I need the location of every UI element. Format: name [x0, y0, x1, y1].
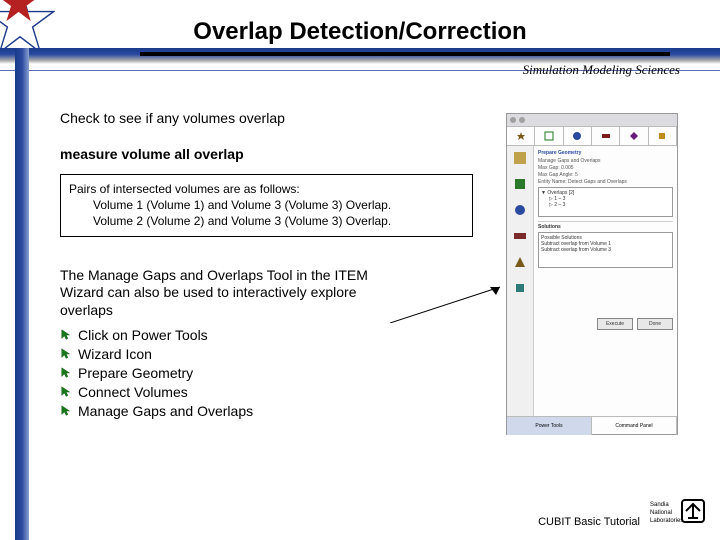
solutions-box: Possible Solutions Subtract overlap from…: [538, 232, 673, 268]
result-header: Pairs of intersected volumes are as foll…: [69, 181, 464, 197]
solutions-section: Solutions Possible Solutions Subtract ov…: [538, 221, 673, 268]
bullet-item: Click on Power Tools: [60, 327, 480, 343]
bullet-item: Manage Gaps and Overlaps: [60, 403, 480, 419]
screenshot-main-panel: Prepare Geometry Manage Gaps and Overlap…: [534, 146, 677, 416]
window-titlebar: [507, 114, 677, 127]
tab-icon-3: [564, 127, 592, 145]
bullet-label: Connect Volumes: [78, 384, 188, 400]
slide-title: Overlap Detection/Correction: [0, 18, 720, 46]
field-line: Max Gap: 0.005: [538, 165, 673, 171]
svg-text:Laboratories: Laboratories: [650, 518, 683, 524]
tab-icon-4: [592, 127, 620, 145]
done-button[interactable]: Done: [637, 318, 673, 330]
subtitle: Simulation Modeling Sciences: [523, 62, 680, 78]
side-icon: [512, 202, 528, 218]
svg-text:Sandia: Sandia: [650, 502, 669, 508]
main-content: Check to see if any volumes overlap meas…: [60, 110, 480, 422]
side-icon-column: [507, 146, 534, 416]
side-icon: [512, 280, 528, 296]
bullet-item: Prepare Geometry: [60, 365, 480, 381]
tab-icon-5: [620, 127, 648, 145]
footer-tab-power-tools[interactable]: Power Tools: [507, 417, 592, 435]
footer-text: CUBIT Basic Tutorial: [538, 516, 640, 528]
cursor-icon: [60, 385, 74, 399]
result-line-2: Volume 2 (Volume 2) and Volume 3 (Volume…: [69, 213, 464, 229]
tool-screenshot: Prepare Geometry Manage Gaps and Overlap…: [506, 113, 678, 435]
bullet-label: Prepare Geometry: [78, 365, 193, 381]
callout-arrow: [390, 283, 510, 323]
svg-text:National: National: [650, 510, 672, 516]
side-icon: [512, 228, 528, 244]
bullet-label: Manage Gaps and Overlaps: [78, 403, 253, 419]
tab-icon-2: [535, 127, 563, 145]
tab-icon-6: [649, 127, 677, 145]
bullet-list: Click on Power Tools Wizard Icon Prepare…: [60, 327, 480, 419]
cursor-icon: [60, 347, 74, 361]
bullet-label: Click on Power Tools: [78, 327, 208, 343]
cursor-icon: [60, 328, 74, 342]
footer-tab-command-panel[interactable]: Command Panel: [592, 417, 677, 435]
top-tab-row: [507, 127, 677, 146]
command-text: measure volume all overlap: [60, 146, 480, 162]
solutions-label: Solutions: [538, 224, 673, 230]
side-icon: [512, 150, 528, 166]
cursor-icon: [60, 366, 74, 380]
solution-line: Subtract overlap from Volume 3: [541, 247, 670, 253]
field-line: Manage Gaps and Overlaps: [538, 158, 673, 164]
tab-icon-1: [507, 127, 535, 145]
bottom-tab-row: Power Tools Command Panel: [507, 416, 677, 435]
bullet-item: Wizard Icon: [60, 346, 480, 362]
bullet-label: Wizard Icon: [78, 346, 152, 362]
side-icon: [512, 254, 528, 270]
lead-text: Check to see if any volumes overlap: [60, 110, 480, 126]
result-line-1: Volume 1 (Volume 1) and Volume 3 (Volume…: [69, 197, 464, 213]
tree-box: ▼ Overlaps [2] ▷ 1 – 3 ▷ 2 – 3: [538, 187, 673, 217]
field-line: Entity Name: Detect Gaps and Overlaps: [538, 179, 673, 185]
cursor-icon: [60, 404, 74, 418]
execute-button[interactable]: Execute: [597, 318, 633, 330]
result-box: Pairs of intersected volumes are as foll…: [60, 174, 473, 237]
title-underline: [140, 52, 670, 56]
vertical-accent-bar: [15, 48, 29, 540]
side-icon: [512, 176, 528, 192]
panel-heading: Prepare Geometry: [538, 150, 673, 156]
paragraph: The Manage Gaps and Overlaps Tool in the…: [60, 267, 390, 320]
button-row: Execute Done: [538, 318, 673, 330]
tree-child: ▷ 2 – 3: [541, 202, 670, 208]
bullet-item: Connect Volumes: [60, 384, 480, 400]
sandia-logo: Sandia National Laboratories: [650, 496, 708, 534]
field-line: Max Gap Angle: 5: [538, 172, 673, 178]
